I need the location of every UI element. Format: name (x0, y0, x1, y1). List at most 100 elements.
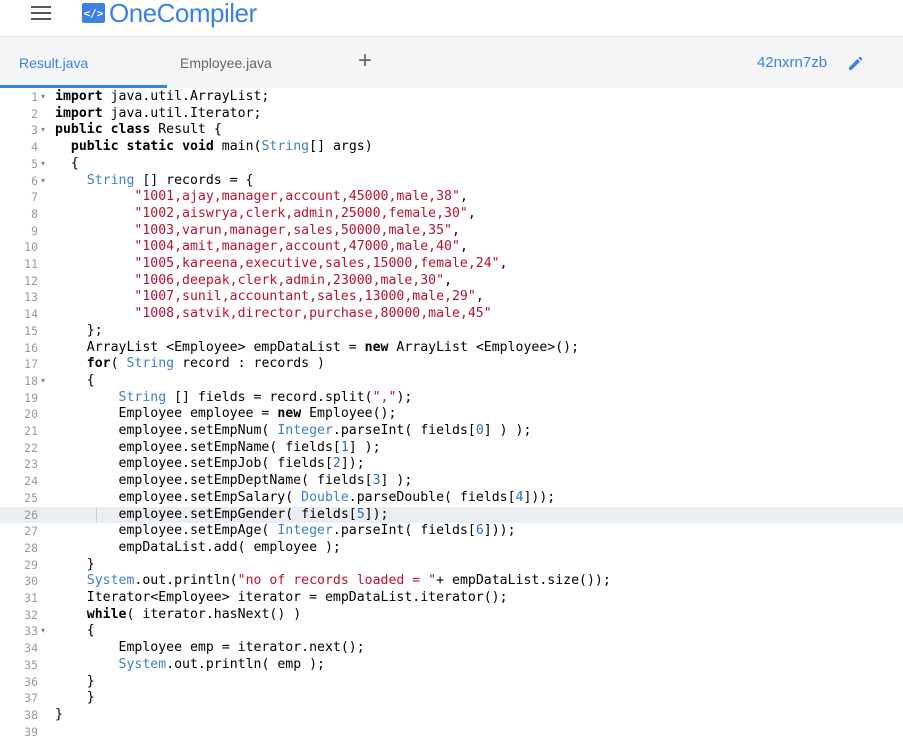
code-line[interactable]: 26 employee.setEmpGender( fields[5]); (0, 506, 903, 524)
code-text: empDataList.add( employee ); (55, 539, 341, 555)
tab-bar: Result.java Employee.java + 42nxrn7zb (0, 36, 903, 88)
code-text: }; (55, 322, 103, 338)
code-line[interactable]: 5 ▾ { (0, 156, 903, 173)
code-line[interactable]: 15 }; (0, 323, 903, 340)
code-line[interactable]: 23 employee.setEmpJob( fields[2]); (0, 456, 903, 473)
code-line[interactable]: 17 for( String record : records ) (0, 356, 903, 373)
line-number: 37 (24, 691, 38, 706)
line-number: 1 (31, 90, 38, 104)
code-text: "1005,kareena,executive,sales,15000,fema… (134, 256, 508, 271)
fold-arrow-icon[interactable]: ▾ (41, 156, 51, 173)
code-text: "1006,deepak,clerk,admin,23000,male,30", (134, 272, 453, 288)
code-line[interactable]: 33 ▾ { (0, 623, 903, 640)
line-number: 35 (24, 657, 38, 672)
code-text: System.out.println("no of records loaded… (86, 573, 611, 589)
code-text: while( iterator.hasNext() ) (86, 606, 302, 622)
line-number: 23 (24, 457, 38, 472)
code-line[interactable]: 12 "1006,deepak,clerk,admin,23000,male,3… (0, 273, 903, 290)
code-line[interactable]: 35 System.out.println( emp ); (0, 657, 903, 674)
code-text: employee.setEmpName( fields[1] ); (55, 439, 381, 455)
line-number: 16 (24, 340, 38, 355)
line-number: 32 (24, 607, 38, 622)
fold-arrow-icon[interactable]: ▾ (41, 89, 51, 106)
pencil-icon[interactable] (846, 53, 866, 73)
code-text: String [] records = { (86, 172, 254, 188)
code-line[interactable]: 14 "1008,satvik,director,purchase,80000,… (0, 306, 903, 323)
code-line[interactable]: 8 "1002,aiswrya,clerk,admin,25000,female… (0, 206, 903, 223)
code-line[interactable]: 7 "1001,ajay,manager,account,45000,male,… (0, 189, 903, 206)
logo[interactable]: </> OneCompiler (82, 0, 257, 26)
line-number: 24 (24, 474, 38, 489)
code-line[interactable]: 27 employee.setEmpAge( Integer.parseInt(… (0, 523, 903, 540)
code-text: } (55, 673, 95, 689)
code-line[interactable]: 24 employee.setEmpDeptName( fields[3] ); (0, 473, 903, 490)
indent-guide (96, 506, 97, 524)
code-line[interactable]: 36 } (0, 674, 903, 691)
code-line[interactable]: 11 "1005,kareena,executive,sales,15000,f… (0, 256, 903, 273)
line-number: 8 (31, 206, 38, 221)
line-number: 28 (24, 540, 38, 555)
code-line[interactable]: 34 Employee emp = iterator.next(); (0, 640, 903, 657)
code-line[interactable]: 25 employee.setEmpSalary( Double.parseDo… (0, 490, 903, 507)
code-text: } (55, 706, 63, 722)
line-number: 11 (24, 257, 38, 271)
code-line[interactable]: 2 import java.util.Iterator; (0, 106, 903, 123)
code-line[interactable]: 6 ▾ String [] records = { (0, 173, 903, 190)
code-text: employee.setEmpSalary( Double.parseDoubl… (55, 489, 556, 505)
code-line[interactable]: 39 (0, 724, 903, 740)
session-id: 42nxrn7zb (757, 54, 828, 71)
code-text: } (55, 690, 95, 706)
line-number: 12 (24, 273, 38, 288)
line-number: 18 (24, 373, 38, 388)
code-text: Iterator<Employee> iterator = empDataLis… (55, 590, 508, 605)
tab-result-java[interactable]: Result.java (19, 55, 88, 71)
code-text: employee.setEmpJob( fields[2]); (55, 456, 365, 472)
fold-arrow-icon[interactable]: ▾ (41, 173, 51, 190)
code-line[interactable]: 32 while( iterator.hasNext() ) (0, 607, 903, 624)
line-number: 36 (24, 674, 38, 689)
code-text: "1001,ajay,manager,account,45000,male,38… (134, 189, 468, 205)
line-number: 13 (24, 290, 38, 305)
code-line[interactable]: 1 ▾ import java.util.ArrayList; (0, 89, 903, 106)
code-line[interactable]: 20 Employee employee = new Employee(); (0, 406, 903, 423)
code-text: } (55, 556, 95, 572)
code-line[interactable]: 22 employee.setEmpName( fields[1] ); (0, 440, 903, 457)
line-number: 20 (24, 407, 38, 422)
code-line[interactable]: 16 ArrayList <Employee> empDataList = ne… (0, 340, 903, 357)
code-text: import java.util.Iterator; (55, 105, 262, 121)
code-line[interactable]: 28 empDataList.add( employee ); (0, 540, 903, 557)
code-line[interactable]: 30 System.out.println("no of records loa… (0, 573, 903, 590)
code-line[interactable]: 4 public static void main(String[] args) (0, 139, 903, 156)
hamburger-icon[interactable] (31, 5, 53, 22)
code-line[interactable]: 18 ▾ { (0, 373, 903, 390)
code-text: employee.setEmpNum( Integer.parseInt( fi… (55, 423, 532, 438)
code-text: public class Result { (55, 122, 222, 138)
code-line[interactable]: 38} (0, 707, 903, 724)
code-line[interactable]: 10 "1004,amit,manager,account,47000,male… (0, 239, 903, 256)
line-number: 21 (24, 424, 38, 438)
line-number: 31 (24, 591, 38, 605)
code-line[interactable]: 13 "1007,sunil,accountant,sales,13000,ma… (0, 289, 903, 306)
line-number: 29 (24, 557, 38, 572)
tab-employee-java[interactable]: Employee.java (180, 55, 272, 71)
line-number: 26 (24, 507, 38, 522)
fold-arrow-icon[interactable]: ▾ (41, 122, 51, 139)
code-line[interactable]: 31 Iterator<Employee> iterator = empData… (0, 590, 903, 607)
line-number: 4 (31, 140, 38, 155)
line-number: 33 (24, 624, 38, 639)
add-tab-button[interactable]: + (358, 48, 372, 74)
code-line[interactable]: 9 "1003,varun,manager,sales,50000,male,3… (0, 223, 903, 240)
code-editor[interactable]: 1 ▾ import java.util.ArrayList; 2 import jav… (0, 88, 903, 739)
code-line[interactable]: 19 String [] fields = record.split(","); (0, 390, 903, 407)
code-line[interactable]: 3 ▾ public class Result { (0, 122, 903, 139)
fold-arrow-icon[interactable]: ▾ (41, 373, 51, 390)
code-text: "1004,amit,manager,account,47000,male,40… (134, 239, 468, 255)
code-line[interactable]: 29 } (0, 557, 903, 574)
code-text: System.out.println( emp ); (118, 656, 325, 672)
code-line[interactable]: 37 } (0, 690, 903, 707)
fold-arrow-icon[interactable]: ▾ (41, 623, 51, 640)
code-line[interactable]: 21 employee.setEmpNum( Integer.parseInt(… (0, 423, 903, 440)
code-text: employee.setEmpGender( fields[5]); (55, 506, 389, 522)
line-number: 5 (31, 156, 38, 171)
line-number: 15 (24, 323, 38, 338)
